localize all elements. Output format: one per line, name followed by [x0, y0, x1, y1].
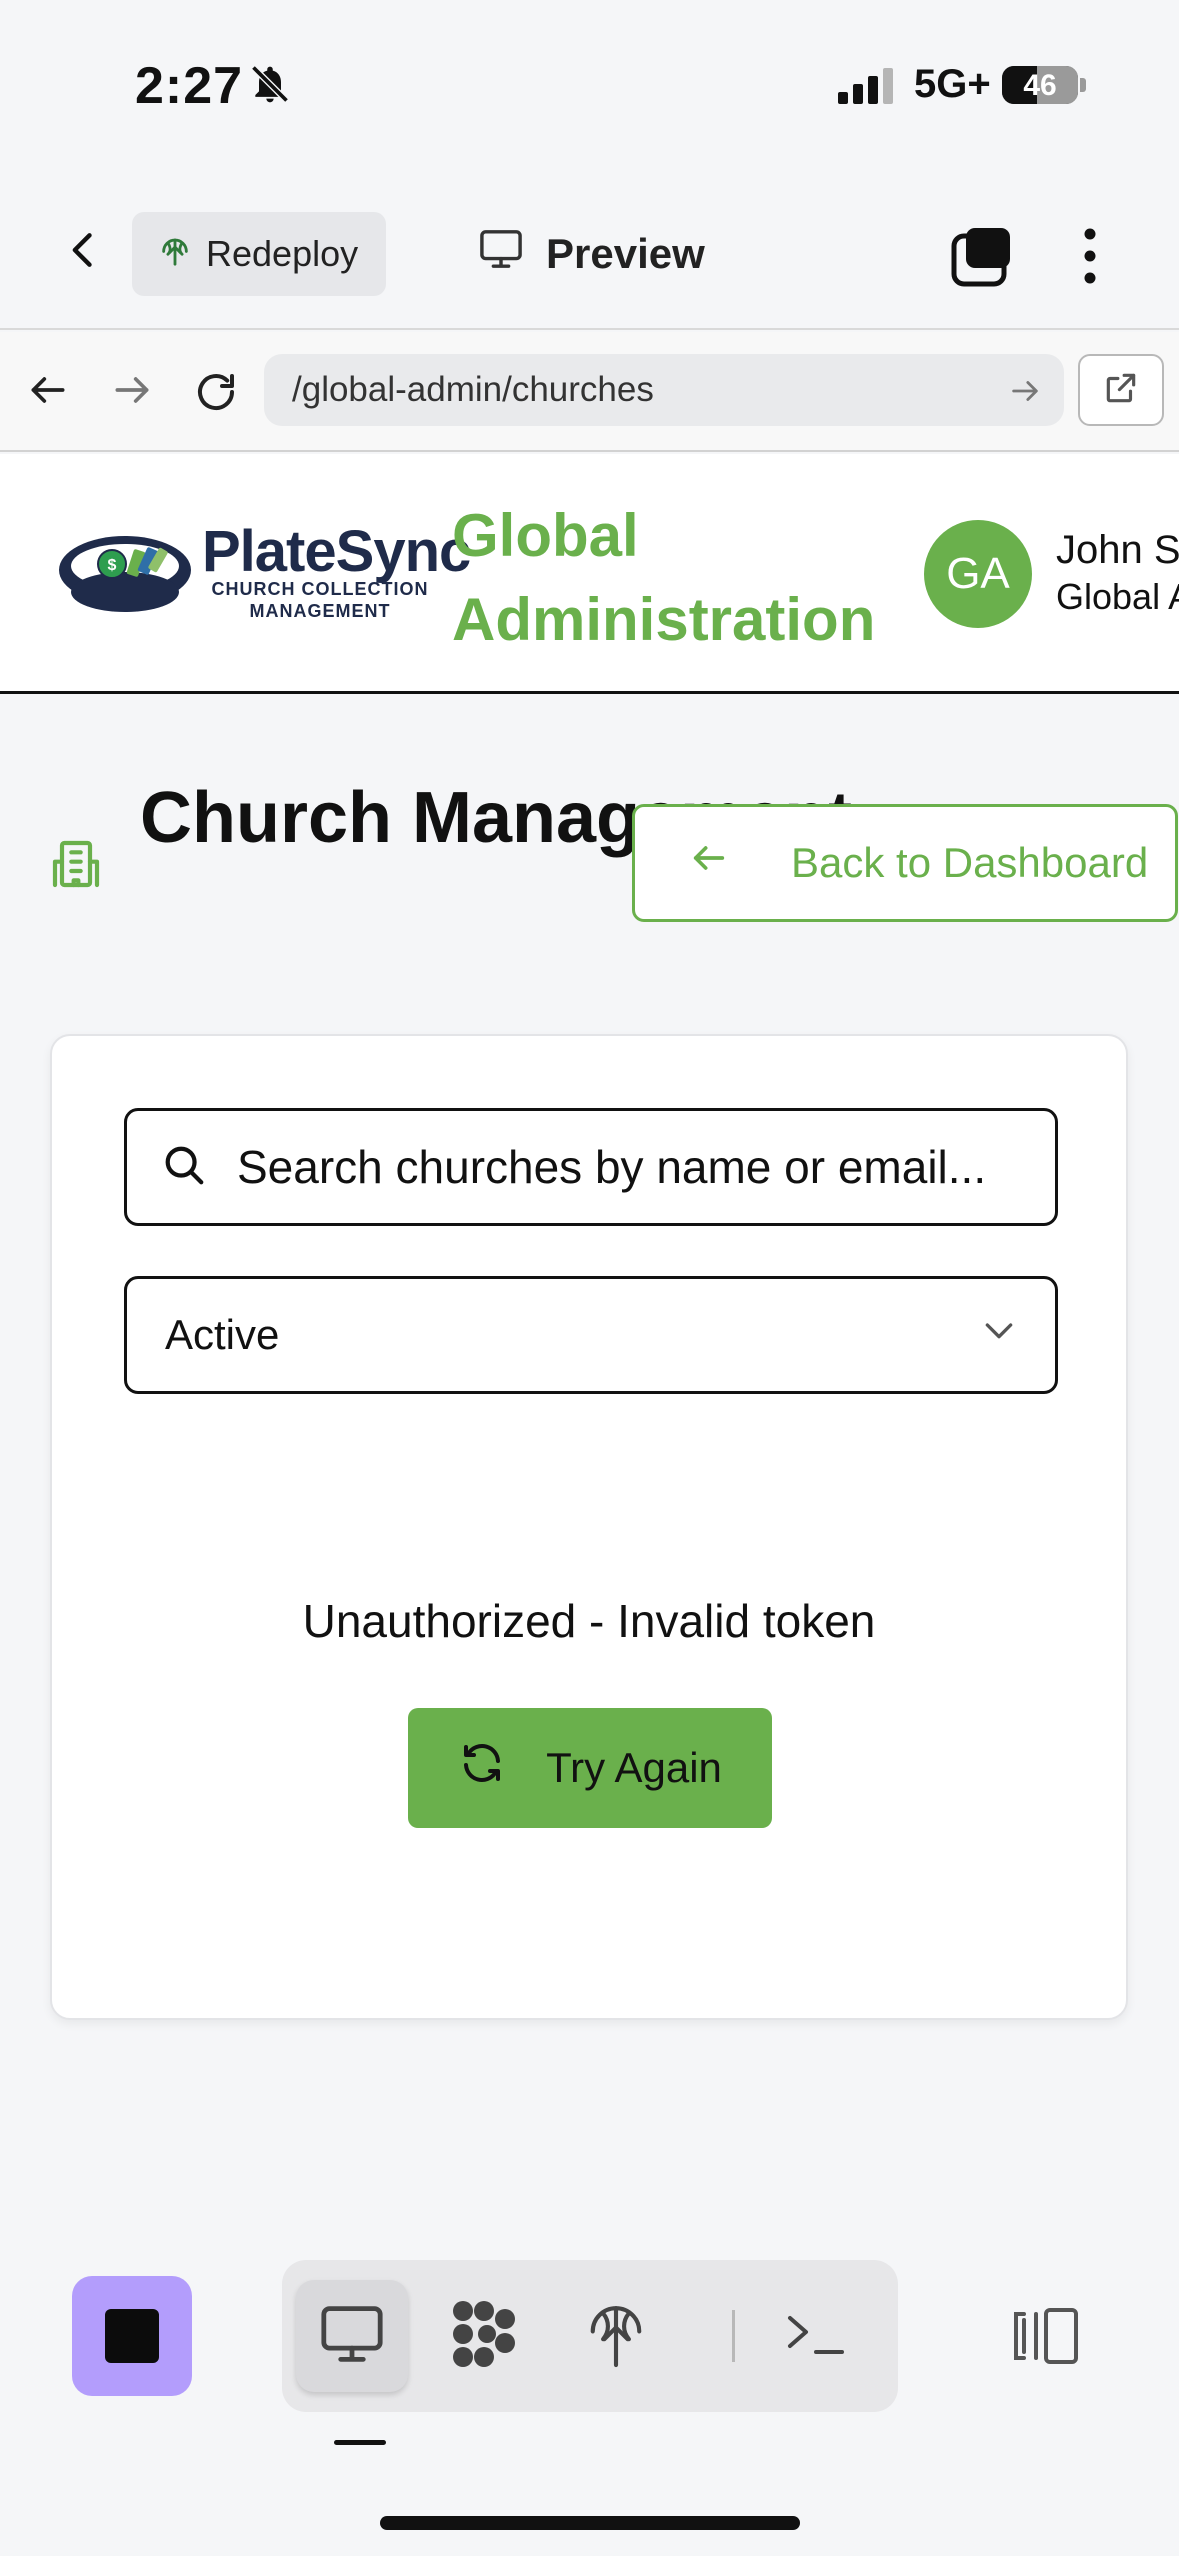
url-field[interactable]: /global-admin/churches	[264, 354, 1064, 426]
bell-slash-icon	[248, 62, 292, 111]
platesync-logo-icon: $	[56, 530, 194, 625]
preview-label: Preview	[546, 230, 705, 277]
status-select-value: Active	[165, 1311, 280, 1358]
status-select[interactable]: Active	[124, 1276, 1058, 1394]
site-title: Global Administration	[452, 502, 876, 653]
error-message: Unauthorized - Invalid token	[302, 1595, 876, 1647]
active-tab-indicator	[334, 2440, 386, 2445]
stop-icon	[105, 2309, 159, 2363]
globe-upload-icon	[158, 233, 192, 276]
logo-tagline: CHURCH COLLECTION MANAGEMENT	[202, 578, 438, 622]
kebab-icon[interactable]	[1070, 226, 1110, 286]
preview-tab[interactable]: Preview	[478, 228, 705, 280]
stop-button[interactable]	[72, 2276, 192, 2396]
arrow-right-icon[interactable]	[1008, 374, 1042, 417]
logo-tagline-line-2: MANAGEMENT	[249, 601, 391, 621]
svg-text:$: $	[108, 557, 117, 574]
search-field[interactable]	[124, 1108, 1058, 1226]
arrow-left-icon	[689, 838, 729, 888]
try-again-button[interactable]: Try Again	[408, 1708, 772, 1828]
arrow-right-icon[interactable]	[110, 368, 154, 417]
external-link-button[interactable]	[1078, 354, 1164, 426]
dock-deploy-button[interactable]	[560, 2280, 672, 2392]
refresh-icon	[458, 1739, 506, 1797]
user-role: Global A	[1056, 576, 1179, 617]
back-to-dashboard-button[interactable]: Back to Dashboard	[632, 804, 1178, 922]
back-to-dashboard-label: Back to Dashboard	[791, 839, 1149, 886]
dock-preview-button[interactable]	[296, 2280, 408, 2392]
logo-tagline-line-1: CHURCH COLLECTION	[211, 579, 429, 599]
apps-icon	[447, 2297, 521, 2376]
bottom-dock	[282, 2260, 898, 2412]
logo-name: PlateSync	[202, 519, 471, 584]
network-type: 5G+	[914, 62, 991, 106]
avatar[interactable]: GA	[924, 520, 1032, 628]
home-indicator	[380, 2516, 800, 2530]
user-name: John S	[1056, 528, 1179, 572]
terminal-icon	[784, 2308, 848, 2365]
monitor-icon	[318, 2303, 386, 2370]
signal-icon	[838, 68, 898, 109]
battery-tip	[1080, 78, 1086, 92]
globe-upload-icon	[585, 2299, 647, 2374]
search-input[interactable]	[237, 1140, 1037, 1194]
windows-icon[interactable]	[950, 226, 1014, 293]
dock-terminal-button[interactable]	[760, 2280, 872, 2392]
building-icon	[48, 836, 104, 897]
churches-card: Active Unauthorized - Invalid token Try …	[50, 1034, 1128, 2020]
redeploy-button[interactable]: Redeploy	[132, 212, 386, 296]
chevron-down-icon	[979, 1310, 1019, 1360]
arrow-left-icon[interactable]	[26, 368, 70, 417]
status-bar: 2:27 5G+ 46	[0, 0, 1179, 170]
reload-icon[interactable]	[192, 368, 240, 421]
redeploy-label: Redeploy	[206, 233, 359, 274]
search-icon	[161, 1142, 207, 1193]
status-time: 2:27	[135, 57, 244, 115]
url-text: /global-admin/churches	[292, 370, 654, 409]
try-again-label: Try Again	[546, 1744, 722, 1791]
site-header: $ PlateSync CHURCH COLLECTION MANAGEMENT…	[0, 454, 1179, 694]
browser-bar: /global-admin/churches	[0, 332, 1179, 452]
panel-icon[interactable]	[1010, 2306, 1082, 2371]
battery-level: 46	[1023, 69, 1057, 102]
dock-apps-button[interactable]	[428, 2280, 540, 2392]
monitor-icon	[478, 228, 524, 280]
dock-divider	[732, 2310, 735, 2362]
app-topbar: Redeploy Preview	[0, 170, 1179, 330]
external-link-icon	[1102, 369, 1140, 412]
battery-icon: 46	[1002, 66, 1078, 104]
chevron-left-icon[interactable]	[62, 228, 106, 272]
